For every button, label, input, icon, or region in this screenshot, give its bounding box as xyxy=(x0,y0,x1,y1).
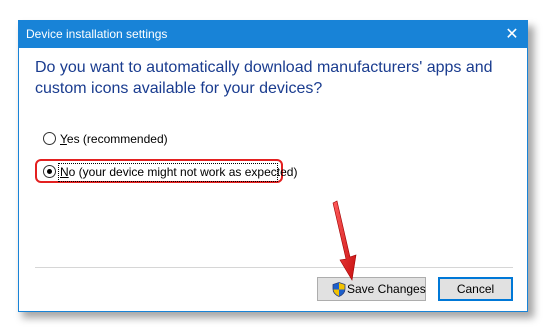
device-installation-dialog: Device installation settings ✕ Do you wa… xyxy=(18,20,528,312)
question-text: Do you want to automatically download ma… xyxy=(35,59,493,97)
close-button[interactable]: ✕ xyxy=(497,21,527,48)
window-title: Device installation settings xyxy=(26,27,168,41)
option-yes-label[interactable]: Yes (recommended) xyxy=(60,131,168,147)
option-no-label[interactable]: No (your device might not work as expect… xyxy=(60,164,297,180)
save-changes-label: Save Changes xyxy=(347,282,426,296)
screenshot-stage: Device installation settings ✕ Do you wa… xyxy=(0,0,550,330)
cancel-button[interactable]: Cancel xyxy=(438,277,513,301)
title-bar[interactable]: Device installation settings ✕ xyxy=(19,21,527,48)
option-no-accesskey: N xyxy=(60,165,69,179)
save-changes-button[interactable]: Save Changes xyxy=(317,277,426,301)
radio-no-circle[interactable] xyxy=(43,165,56,178)
radio-yes-circle[interactable] xyxy=(43,132,56,145)
radio-selected-dot xyxy=(47,169,52,174)
option-yes-accesskey: Y xyxy=(60,132,67,146)
option-no-text: o (your device might not work as expecte… xyxy=(68,165,298,179)
shield-icon xyxy=(332,282,346,297)
footer-divider xyxy=(35,267,513,268)
option-yes-text: es (recommended) xyxy=(66,132,168,146)
